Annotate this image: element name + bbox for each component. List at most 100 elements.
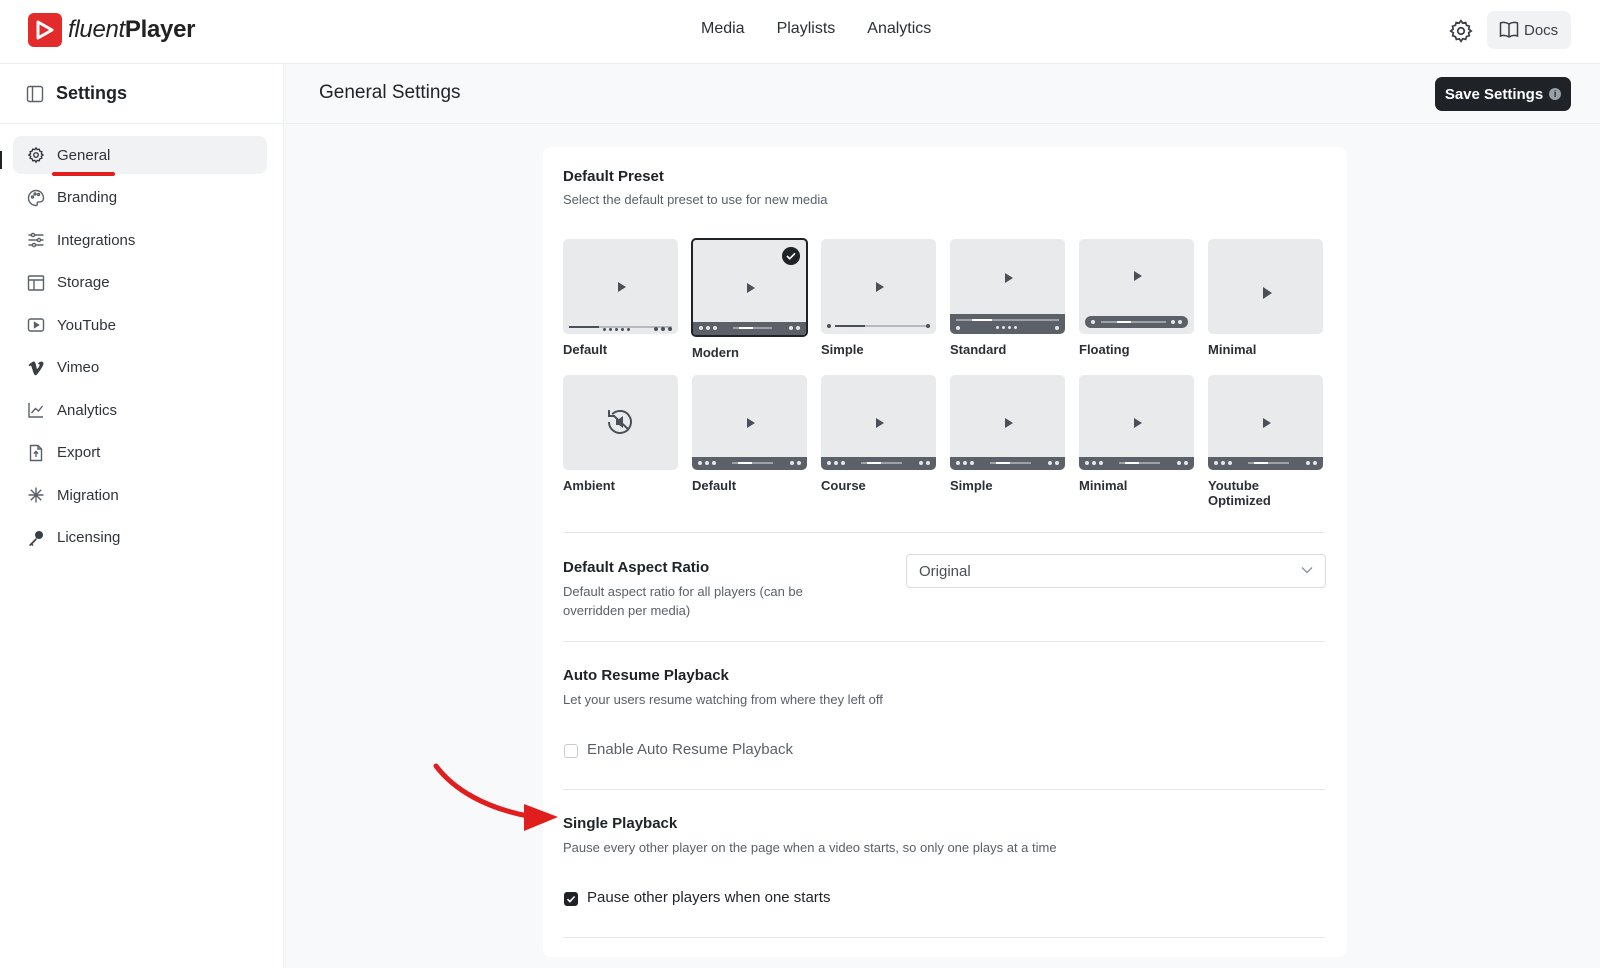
save-settings-button[interactable]: Save Settings i <box>1435 77 1571 111</box>
main-header: General Settings Save Settings i <box>285 64 1600 124</box>
app-name: fluentPlayer <box>68 16 196 43</box>
sidebar-item-export[interactable]: Export <box>13 434 267 472</box>
preset-thumbnail <box>1079 239 1194 334</box>
active-indicator <box>0 151 2 169</box>
annotation-underline <box>52 172 115 176</box>
sidebar-item-vimeo[interactable]: Vimeo <box>13 349 267 387</box>
sidebar-item-label: Licensing <box>57 529 121 546</box>
sidebar-item-label: General <box>57 146 111 164</box>
annotation-arrow-icon <box>433 763 558 831</box>
sidebar-item-general[interactable]: General <box>13 136 267 174</box>
preset-course[interactable]: Course <box>821 375 936 493</box>
preset-label: Youtube Optimized <box>1208 478 1271 508</box>
play-icon <box>1262 417 1271 428</box>
preset-default-2[interactable]: Default <box>692 375 807 493</box>
default-preset-desc: Select the default preset to use for new… <box>563 192 828 207</box>
preset-default[interactable]: Default <box>563 239 678 357</box>
preset-label: Ambient <box>563 478 615 493</box>
divider <box>563 937 1325 938</box>
preset-thumbnail <box>821 239 936 334</box>
docs-label: Docs <box>1524 21 1559 39</box>
sidebar-item-label: Export <box>57 444 101 461</box>
default-preset-title: Default Preset <box>563 168 664 185</box>
sidebar-title: Settings <box>56 83 128 103</box>
preset-label: Simple <box>821 342 864 357</box>
sidebar-toggle-icon[interactable] <box>26 85 44 103</box>
single-playback-desc: Pause every other player on the page whe… <box>563 840 1057 855</box>
preset-thumbnail <box>563 375 678 470</box>
gear-icon <box>27 146 45 164</box>
nav-playlists[interactable]: Playlists <box>777 20 836 38</box>
divider <box>563 641 1325 642</box>
preset-simple[interactable]: Simple <box>821 239 936 357</box>
play-icon <box>1133 417 1142 428</box>
auto-resume-checkbox-label[interactable]: Enable Auto Resume Playback <box>587 741 793 758</box>
single-playback-checkbox-label[interactable]: Pause other players when one starts <box>587 889 830 906</box>
preset-label: Standard <box>950 342 1007 357</box>
preset-label: Course <box>821 478 866 493</box>
aspect-ratio-title: Default Aspect Ratio <box>563 559 710 576</box>
preset-label: Simple <box>950 478 993 493</box>
sidebar-item-storage[interactable]: Storage <box>13 264 267 302</box>
preset-label: Minimal <box>1079 478 1128 493</box>
sidebar-item-label: Branding <box>57 189 118 206</box>
preset-ambient[interactable]: Ambient <box>563 375 678 493</box>
preset-thumbnail <box>563 239 678 334</box>
aspect-ratio-select[interactable]: Original <box>906 554 1326 588</box>
preset-thumbnail <box>691 238 808 337</box>
vimeo-icon <box>27 359 45 377</box>
preset-standard[interactable]: Standard <box>950 239 1065 357</box>
sidebar-item-analytics[interactable]: Analytics <box>13 391 267 429</box>
play-icon <box>746 417 755 428</box>
divider <box>563 789 1325 790</box>
preset-youtube-optimized[interactable]: Youtube Optimized <box>1208 375 1323 508</box>
sidebar-item-label: YouTube <box>57 316 116 334</box>
sidebar-item-label: Integrations <box>57 231 136 249</box>
play-icon <box>1133 270 1142 281</box>
auto-resume-title: Auto Resume Playback <box>563 667 729 684</box>
app-logo[interactable]: fluentPlayer <box>28 13 195 47</box>
sidebar-item-youtube[interactable]: YouTube <box>13 306 267 344</box>
preset-modern[interactable]: Modern <box>691 238 808 360</box>
page-title: General Settings <box>319 82 461 103</box>
play-logo-icon <box>28 13 62 47</box>
sidebar-item-label: Analytics <box>57 401 118 419</box>
sidebar-header: Settings <box>0 64 283 124</box>
docs-button[interactable]: Docs <box>1487 11 1571 49</box>
play-icon <box>875 417 884 428</box>
preset-label: Default <box>563 342 608 357</box>
play-icon <box>617 281 626 292</box>
export-icon <box>27 444 45 462</box>
sidebar-item-branding[interactable]: Branding <box>13 179 267 217</box>
settings-card: Default Preset Select the default preset… <box>543 147 1347 957</box>
info-icon: i <box>1549 88 1562 100</box>
selected-check-icon <box>782 247 800 265</box>
sidebar-menu: General Branding Integrations Storage Yo… <box>0 124 283 557</box>
sliders-icon <box>27 231 45 249</box>
migration-icon <box>27 486 45 504</box>
preset-thumbnail <box>1208 239 1323 334</box>
preset-simple-2[interactable]: Simple <box>950 375 1065 493</box>
auto-resume-checkbox[interactable] <box>564 744 578 758</box>
sidebar-item-licensing[interactable]: Licensing <box>13 519 267 557</box>
play-icon <box>1262 286 1272 299</box>
preset-thumbnail <box>821 375 936 470</box>
sidebar-item-integrations[interactable]: Integrations <box>13 221 267 259</box>
preset-label: Minimal <box>1208 342 1257 357</box>
preset-floating[interactable]: Floating <box>1079 239 1194 357</box>
preset-label: Modern <box>692 345 739 360</box>
preset-minimal[interactable]: Minimal <box>1208 239 1323 357</box>
single-playback-checkbox[interactable] <box>564 892 578 906</box>
nav-media[interactable]: Media <box>701 20 745 38</box>
ambient-muted-icon <box>608 409 632 434</box>
sidebar-item-migration[interactable]: Migration <box>13 476 267 514</box>
nav-analytics[interactable]: Analytics <box>867 20 931 38</box>
preset-minimal-2[interactable]: Minimal <box>1079 375 1194 493</box>
sidebar-item-label: Vimeo <box>57 359 100 376</box>
auto-resume-desc: Let your users resume watching from wher… <box>563 692 883 707</box>
play-icon <box>1004 272 1013 283</box>
check-icon <box>566 895 576 903</box>
play-icon <box>875 281 884 292</box>
preset-thumbnail <box>1208 375 1323 470</box>
settings-gear-icon[interactable] <box>1448 18 1474 44</box>
